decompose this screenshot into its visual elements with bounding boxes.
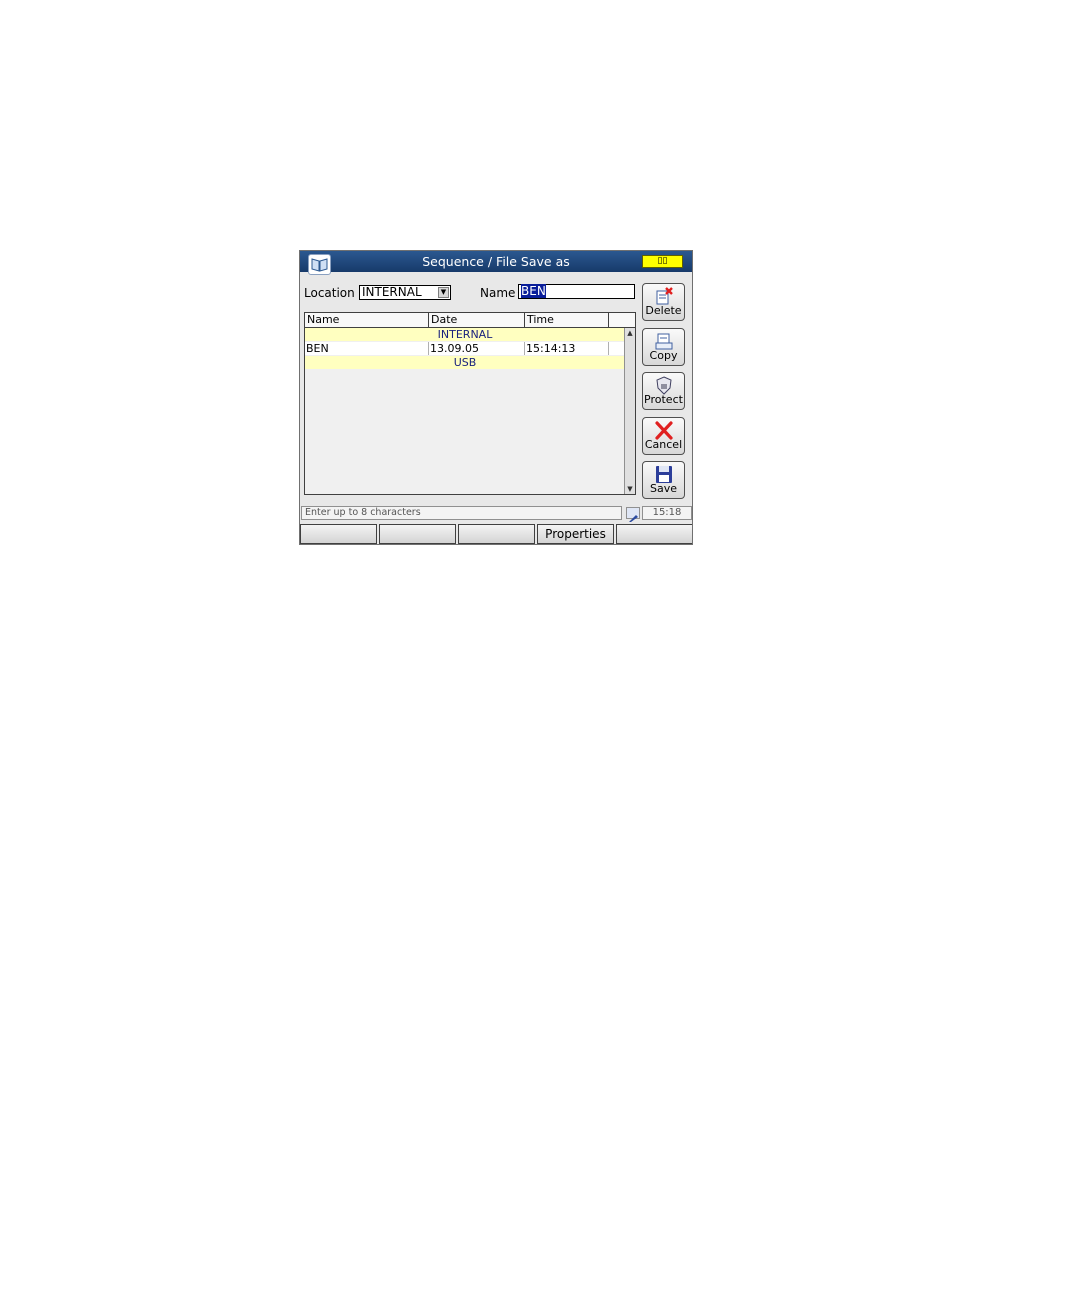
softkey-5[interactable] (616, 524, 692, 544)
instrument-screen: Sequence / File Save as ▯▯ Location INTE… (299, 250, 693, 545)
copy-button[interactable]: Copy (642, 328, 685, 366)
scroll-up-icon[interactable]: ▲ (625, 328, 635, 338)
softkey-2[interactable] (379, 524, 456, 544)
table-header: Name Date Time (305, 313, 635, 328)
save-button-label: Save (649, 482, 677, 495)
delete-button-label: Delete (645, 304, 682, 317)
group-row-usb[interactable]: USB (305, 356, 625, 369)
vertical-scrollbar[interactable]: ▲ ▼ (624, 328, 635, 494)
group-row-internal[interactable]: INTERNAL (305, 328, 625, 341)
location-value: INTERNAL (362, 285, 422, 299)
scroll-down-icon[interactable]: ▼ (625, 484, 635, 494)
softkey-1[interactable] (300, 524, 377, 544)
group-label: INTERNAL (437, 328, 493, 341)
copy-button-label: Copy (649, 349, 678, 362)
name-input-value: BEN (521, 284, 546, 298)
chevron-down-icon[interactable]: ▼ (438, 287, 449, 298)
cancel-button-label: Cancel (644, 438, 683, 451)
location-label: Location (304, 286, 355, 300)
status-hint: Enter up to 8 characters (301, 506, 622, 520)
status-indicator: ▯▯ (642, 255, 683, 268)
group-label: USB (453, 356, 477, 369)
window-title: Sequence / File Save as (422, 254, 570, 269)
cancel-button[interactable]: Cancel (642, 417, 685, 455)
table-row[interactable]: BEN 13.09.05 15:14:13 (305, 342, 625, 355)
cell-name: BEN (305, 342, 429, 355)
protect-button[interactable]: Protect (642, 372, 685, 410)
pen-icon (626, 507, 640, 522)
name-input[interactable]: BEN (518, 284, 635, 299)
title-bar: Sequence / File Save as ▯▯ (300, 251, 692, 275)
location-dropdown[interactable]: INTERNAL ▼ (359, 285, 451, 300)
save-button[interactable]: Save (642, 461, 685, 499)
cell-time: 15:14:13 (525, 342, 609, 355)
cell-date: 13.09.05 (429, 342, 525, 355)
column-header-name[interactable]: Name (305, 313, 429, 327)
clock: 15:18 (642, 506, 692, 520)
column-header-date[interactable]: Date (429, 313, 525, 327)
softkey-properties[interactable]: Properties (537, 524, 614, 544)
file-table[interactable]: Name Date Time INTERNAL BEN 13.09.05 15:… (304, 312, 636, 495)
softkey-3[interactable] (458, 524, 535, 544)
column-header-time[interactable]: Time (525, 313, 609, 327)
delete-button[interactable]: Delete (642, 283, 685, 321)
softkey-bar: Properties (300, 524, 692, 544)
name-label: Name (480, 286, 516, 300)
protect-button-label: Protect (644, 393, 683, 406)
